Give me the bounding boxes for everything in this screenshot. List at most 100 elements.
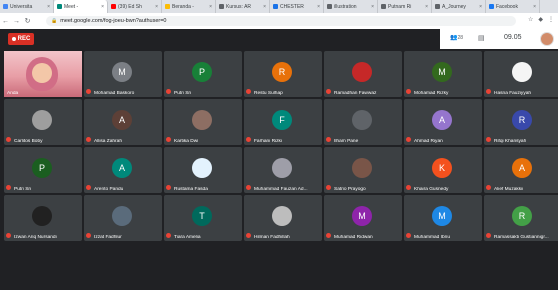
participant-name: Rustama Fasda bbox=[174, 187, 208, 192]
mic-off-icon bbox=[86, 233, 91, 238]
participant-tile[interactable]: A Ahmad Riyan bbox=[404, 99, 482, 145]
mic-off-icon bbox=[486, 233, 491, 238]
participant-name: Mohamad Rizky bbox=[414, 91, 449, 96]
tab-label: Putnam Ri bbox=[388, 3, 412, 10]
tab-close-icon[interactable]: × bbox=[47, 4, 53, 10]
chat-icon[interactable]: ▤ bbox=[478, 34, 485, 42]
tab-close-icon[interactable]: × bbox=[425, 4, 431, 10]
participant-tile[interactable]: Carlitos Boby bbox=[4, 99, 82, 145]
people-button[interactable]: 👥28 bbox=[450, 34, 463, 41]
tab-label: Kursus: AR bbox=[226, 3, 252, 10]
participant-name: Farhani Rizki bbox=[254, 139, 282, 144]
mic-off-icon bbox=[406, 89, 411, 94]
forward-icon[interactable]: → bbox=[11, 18, 22, 25]
participant-tile[interactable]: Izzat Fadhlur bbox=[84, 195, 162, 241]
tab-close-icon[interactable]: × bbox=[209, 4, 215, 10]
mic-off-icon bbox=[246, 185, 251, 190]
participant-tile[interactable]: Hilman Fadhillah bbox=[244, 195, 322, 241]
participant-name: Muhamad Ridwan bbox=[334, 235, 373, 240]
browser-tab[interactable]: Meet - × bbox=[54, 0, 108, 13]
participant-tile[interactable]: Izwan Ariq Nursandi bbox=[4, 195, 82, 241]
participant-tile[interactable]: Hasna Fauziyyah bbox=[484, 51, 558, 97]
participant-name: Muhammad Fauzan Ad... bbox=[254, 187, 308, 192]
mic-off-icon bbox=[326, 233, 331, 238]
mic-off-icon bbox=[246, 89, 251, 94]
participant-tile[interactable]: M Mohamad Rizky bbox=[404, 51, 482, 97]
browser-tab[interactable]: CHESTER × bbox=[270, 0, 324, 13]
browser-tab[interactable]: A_Journey × bbox=[432, 0, 486, 13]
participant-avatar: P bbox=[32, 158, 52, 178]
participant-tile[interactable]: P Putri Sri bbox=[164, 51, 242, 97]
participant-name: Satrio Prayogo bbox=[334, 187, 366, 192]
tab-close-icon[interactable]: × bbox=[101, 4, 107, 10]
mic-off-icon bbox=[246, 233, 251, 238]
tab-label: Universita bbox=[10, 3, 33, 10]
tab-close-icon[interactable]: × bbox=[155, 4, 161, 10]
tab-close-icon[interactable]: × bbox=[317, 4, 323, 10]
browser-tab[interactable]: Beranda - × bbox=[162, 0, 216, 13]
participant-tile[interactable]: A Alief Muzakkii bbox=[484, 147, 558, 193]
tab-close-icon[interactable]: × bbox=[263, 4, 269, 10]
self-tile[interactable]: Anda bbox=[4, 51, 82, 97]
participant-avatar: F bbox=[272, 110, 292, 130]
tab-favicon-icon bbox=[273, 4, 278, 9]
participant-tile[interactable]: Muhammad Fauzan Ad... bbox=[244, 147, 322, 193]
participant-tile[interactable]: Ramadhan Fawwaz bbox=[324, 51, 402, 97]
mic-off-icon bbox=[486, 137, 491, 142]
mic-off-icon bbox=[86, 89, 91, 94]
participant-avatar bbox=[112, 206, 132, 226]
participant-tile[interactable]: Rustama Fasda bbox=[164, 147, 242, 193]
mic-off-icon bbox=[166, 233, 171, 238]
reload-icon[interactable]: ↻ bbox=[22, 17, 33, 25]
participant-tile[interactable]: P Putri Sri bbox=[4, 147, 82, 193]
participant-name: Ilham Pane bbox=[334, 139, 359, 144]
participant-name: Carlitos Boby bbox=[14, 139, 43, 144]
participant-tile[interactable]: M Muhamad Ridwan bbox=[324, 195, 402, 241]
mic-off-icon bbox=[406, 137, 411, 142]
participant-avatar bbox=[272, 206, 292, 226]
mic-off-icon bbox=[166, 185, 171, 190]
browser-tab[interactable]: Universita × bbox=[0, 0, 54, 13]
participant-tile[interactable]: R Ramassakti Gustiannigr... bbox=[484, 195, 558, 241]
tab-strip: Universita × Meet - × (39) Ed Sh × Beranda - … bbox=[0, 0, 558, 13]
participant-tile[interactable]: T Tiara Amelia bbox=[164, 195, 242, 241]
tab-label: Meet - bbox=[64, 3, 79, 10]
participant-avatar: R bbox=[512, 206, 532, 226]
participant-tile[interactable]: K Khaira Gusnedy bbox=[404, 147, 482, 193]
back-icon[interactable]: ← bbox=[0, 18, 11, 25]
browser-tab[interactable]: (39) Ed Sh × bbox=[108, 0, 162, 13]
participant-tile[interactable]: M Muhammad Ibnu bbox=[404, 195, 482, 241]
participant-name: Izzat Fadhlur bbox=[94, 235, 122, 240]
star-icon[interactable]: ☆ bbox=[528, 16, 533, 23]
tab-favicon-icon bbox=[57, 4, 62, 9]
browser-tab[interactable]: illustration × bbox=[324, 0, 378, 13]
url-field[interactable]: 🔒 meet.google.com/fog-joeu-bwn?authuser=… bbox=[46, 16, 516, 26]
self-name: Anda bbox=[7, 91, 19, 96]
participant-tile[interactable]: R Restu Sulhap bbox=[244, 51, 322, 97]
recording-badge: REC bbox=[8, 33, 34, 45]
browser-tab[interactable]: Putnam Ri × bbox=[378, 0, 432, 13]
participant-tile[interactable]: R Rifqi Khansyah bbox=[484, 99, 558, 145]
participant-name: Arento Pandu bbox=[94, 187, 124, 192]
meeting-time: 09.05 bbox=[504, 34, 522, 41]
participant-name: Kartika Dwi bbox=[174, 139, 199, 144]
participant-tile[interactable]: Kartika Dwi bbox=[164, 99, 242, 145]
participant-avatar: M bbox=[352, 206, 372, 226]
participant-tile[interactable]: M Mohamad Baskoro bbox=[84, 51, 162, 97]
tab-close-icon[interactable]: × bbox=[533, 4, 539, 10]
browser-tab[interactable]: Kursus: AR × bbox=[216, 0, 270, 13]
meeting-info-panel: 👥28 ▤ 09.05 bbox=[440, 29, 558, 49]
extension-icon[interactable]: ◆ bbox=[538, 16, 543, 23]
participant-tile[interactable]: Ilham Pane bbox=[324, 99, 402, 145]
participant-tile[interactable]: A Allisa Zahrah bbox=[84, 99, 162, 145]
participant-tile[interactable]: F Farhani Rizki bbox=[244, 99, 322, 145]
self-avatar[interactable] bbox=[540, 32, 554, 46]
browser-tab[interactable]: Facebook × bbox=[486, 0, 540, 13]
browser-actions: ☆ ◆ ⋮ bbox=[528, 16, 554, 23]
participant-avatar bbox=[352, 110, 372, 130]
tab-close-icon[interactable]: × bbox=[479, 4, 485, 10]
menu-icon[interactable]: ⋮ bbox=[548, 16, 554, 23]
tab-close-icon[interactable]: × bbox=[371, 4, 377, 10]
participant-tile[interactable]: Satrio Prayogo bbox=[324, 147, 402, 193]
participant-tile[interactable]: A Arento Pandu bbox=[84, 147, 162, 193]
